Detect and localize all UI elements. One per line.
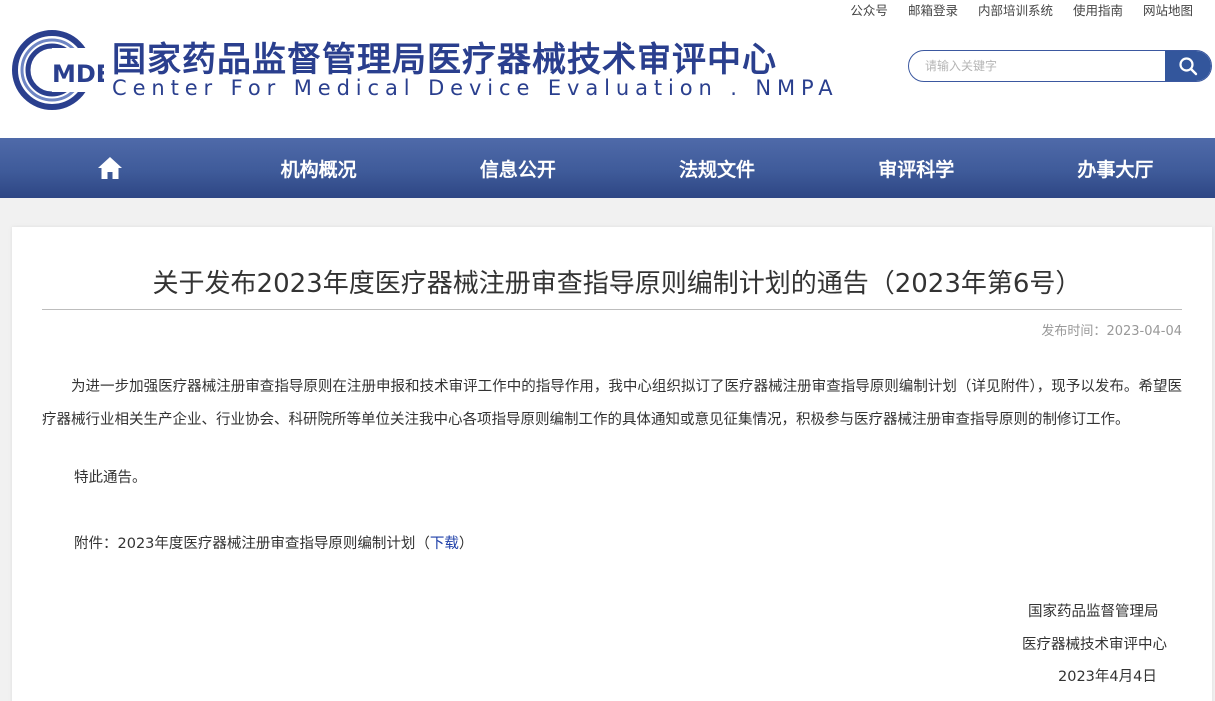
- search-box: [908, 50, 1212, 82]
- attachment-download-link[interactable]: 下载: [430, 536, 459, 552]
- top-link-guide[interactable]: 使用指南: [1063, 2, 1133, 20]
- nav-item-review-science[interactable]: 审评科学: [817, 138, 1016, 198]
- top-link-wechat[interactable]: 公众号: [840, 2, 898, 20]
- top-link-training-system[interactable]: 内部培训系统: [968, 2, 1063, 20]
- home-icon: [97, 157, 122, 179]
- article-card: 关于发布2023年度医疗器械注册审查指导原则编制计划的通告（2023年第6号） …: [12, 227, 1212, 701]
- search-icon: [1179, 57, 1198, 76]
- site-name-cn: 国家药品监督管理局医疗器械技术审评中心: [112, 40, 777, 80]
- top-link-mail-login[interactable]: 邮箱登录: [898, 2, 968, 20]
- signature-date: 2023年4月4日: [1058, 669, 1157, 685]
- attachment-suffix: ）: [458, 536, 474, 552]
- article-paragraph: 为进一步加强医疗器械注册审查指导原则在注册申报和技术审评工作中的指导作用，我中心…: [42, 379, 1182, 428]
- publish-date: 2023-04-04: [1106, 324, 1182, 339]
- nav-item-service-hall[interactable]: 办事大厅: [1016, 138, 1215, 198]
- search-input[interactable]: [909, 51, 1165, 81]
- nav-item-about[interactable]: 机构概况: [219, 138, 418, 198]
- search-button[interactable]: [1165, 51, 1211, 81]
- signature-org: 国家药品监督管理局: [1028, 604, 1159, 620]
- mde-logo-icon: MDE: [12, 30, 104, 110]
- publish-time: 发布时间：2023-04-04: [1041, 320, 1182, 339]
- top-link-sitemap[interactable]: 网站地图: [1133, 2, 1203, 20]
- site-name-en: Center For Medical Device Evaluation . N…: [112, 76, 839, 100]
- logo-mark-text: MDE: [52, 60, 104, 88]
- article-title: 关于发布2023年度医疗器械注册审查指导原则编制计划的通告（2023年第6号）: [152, 269, 1082, 299]
- title-divider: [42, 309, 1182, 310]
- article-closing: 特此通告。: [74, 470, 147, 486]
- nav-home[interactable]: [0, 138, 219, 198]
- main-nav: 机构概况 信息公开 法规文件 审评科学 办事大厅: [0, 138, 1215, 198]
- attachment-label: 附件：2023年度医疗器械注册审查指导原则编制计划（: [74, 536, 430, 552]
- site-header: 公众号 邮箱登录 内部培训系统 使用指南 网站地图 MDE 国家药品监督管理局医…: [0, 0, 1215, 138]
- attachment-line: 附件：2023年度医疗器械注册审查指导原则编制计划（下载）: [74, 532, 473, 553]
- top-links: 公众号 邮箱登录 内部培训系统 使用指南 网站地图: [840, 2, 1203, 20]
- signature-center: 医疗器械技术审评中心: [1022, 637, 1167, 653]
- nav-item-regulations[interactable]: 法规文件: [617, 138, 816, 198]
- publish-time-label: 发布时间：: [1041, 324, 1107, 339]
- nav-item-info-disclosure[interactable]: 信息公开: [418, 138, 617, 198]
